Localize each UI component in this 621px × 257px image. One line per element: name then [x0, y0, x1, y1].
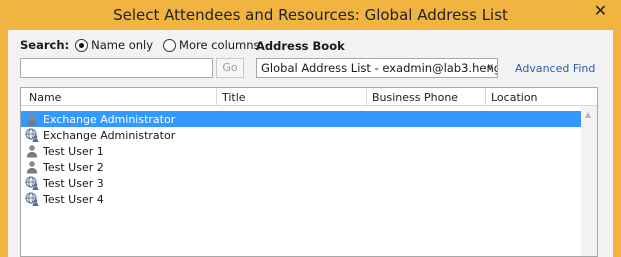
go-button[interactable]: Go — [216, 58, 244, 78]
radio-name-only[interactable]: Name only — [75, 38, 153, 52]
list-item[interactable]: Exchange Administrator — [21, 127, 581, 143]
column-divider[interactable] — [216, 88, 217, 105]
radio-more-columns[interactable]: More columns — [163, 38, 260, 52]
address-book-label: Address Book — [256, 39, 345, 53]
list-rows: Exchange Administrator Exchange Administr… — [21, 111, 581, 207]
mailbox-globe-icon — [25, 176, 39, 190]
column-divider[interactable] — [485, 88, 486, 105]
dialog-body: Search: Name only More columns Address B… — [8, 30, 613, 257]
list-item-name: Test User 3 — [43, 176, 104, 190]
title-bar: Select Attendees and Resources: Global A… — [0, 0, 621, 30]
list-item[interactable]: Test User 4 — [21, 191, 581, 207]
mailbox-globe-icon — [25, 192, 39, 206]
list-item-name: Exchange Administrator — [43, 112, 176, 126]
list-item-name: Test User 4 — [43, 192, 104, 206]
column-header-business-phone[interactable]: Business Phone — [372, 91, 458, 104]
search-label: Search: — [20, 38, 70, 52]
radio-icon-checked[interactable] — [75, 38, 89, 52]
scroll-up-icon[interactable]: ▲ — [585, 110, 591, 119]
advanced-find-link[interactable]: Advanced Find — [515, 62, 595, 75]
list-item[interactable]: Exchange Administrator — [21, 111, 581, 127]
mailbox-globe-icon — [25, 128, 39, 142]
user-icon — [25, 112, 39, 126]
list-item-name: Exchange Administrator — [43, 128, 176, 142]
user-icon — [25, 144, 39, 158]
list-header: Name Title Business Phone Location — [21, 88, 597, 106]
column-header-location[interactable]: Location — [491, 91, 538, 104]
list-item[interactable]: Test User 2 — [21, 159, 581, 175]
chevron-down-icon[interactable]: ∨ — [487, 59, 494, 77]
radio-icon-unchecked[interactable] — [163, 38, 177, 52]
address-book-select[interactable]: Global Address List - exadmin@lab3.hengs… — [256, 58, 498, 78]
column-divider[interactable] — [366, 88, 367, 105]
list-item[interactable]: Test User 3 — [21, 175, 581, 191]
list-item-name: Test User 2 — [43, 160, 104, 174]
window-title: Select Attendees and Resources: Global A… — [113, 6, 508, 24]
address-list[interactable]: Name Title Business Phone Location Excha… — [20, 87, 598, 257]
column-header-title[interactable]: Title — [222, 91, 246, 104]
vertical-scrollbar[interactable]: ▲ — [581, 106, 597, 256]
radio-more-columns-label: More columns — [179, 38, 260, 52]
search-input[interactable] — [20, 58, 213, 78]
radio-name-only-label: Name only — [91, 38, 154, 52]
user-icon — [25, 160, 39, 174]
column-header-name[interactable]: Name — [29, 91, 61, 104]
address-book-value: Global Address List - exadmin@lab3.hengs — [261, 61, 498, 75]
list-item[interactable]: Test User 1 — [21, 143, 581, 159]
list-item-name: Test User 1 — [43, 144, 104, 158]
close-button[interactable]: ✕ — [586, 0, 615, 22]
search-options: Search: Name only More columns — [20, 38, 270, 52]
